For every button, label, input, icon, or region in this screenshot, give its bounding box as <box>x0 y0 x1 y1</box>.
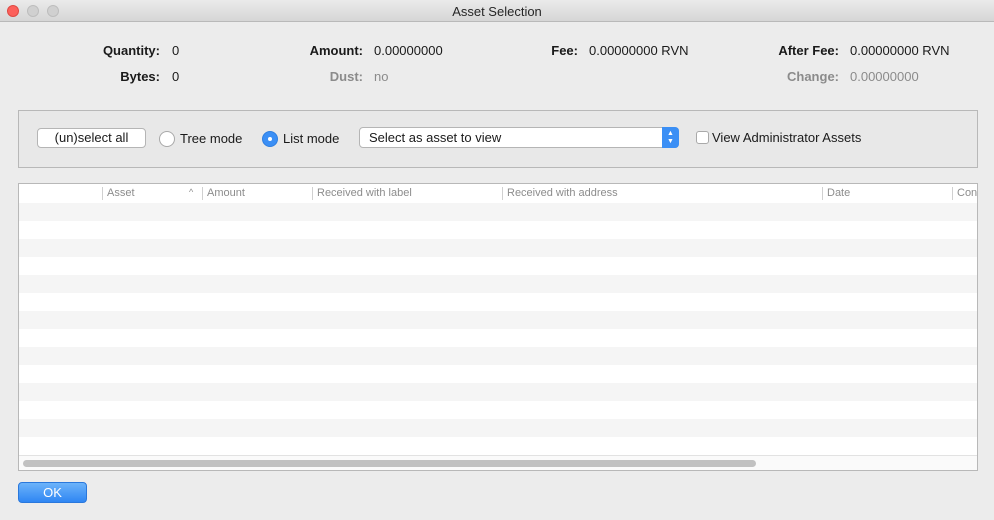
bytes-value: 0 <box>172 69 180 84</box>
empty-row <box>19 221 977 239</box>
asset-table[interactable]: Asset ^ Amount Received with label Recei… <box>18 183 978 471</box>
empty-row <box>19 293 977 311</box>
empty-row <box>19 365 977 383</box>
amount-value: 0.00000000 <box>374 43 443 58</box>
empty-row <box>19 329 977 347</box>
table-body <box>19 203 977 455</box>
asset-select-value: Select as asset to view <box>369 130 502 145</box>
scrollbar-thumb[interactable] <box>23 460 756 467</box>
column-header-amount[interactable]: Amount <box>202 187 312 200</box>
empty-row <box>19 347 977 365</box>
list-mode-label[interactable]: List mode <box>283 131 339 146</box>
view-admin-assets-checkbox[interactable] <box>696 131 709 144</box>
column-header-date[interactable]: Date <box>822 187 952 200</box>
dust-label: Dust: <box>329 69 363 84</box>
dust-value: no <box>374 69 389 84</box>
empty-row <box>19 239 977 257</box>
empty-row <box>19 203 977 221</box>
quantity-label: Quantity: <box>102 43 160 58</box>
tree-mode-radio[interactable] <box>159 131 175 147</box>
change-label: Change: <box>787 69 839 84</box>
mode-controls-panel: (un)select all Tree mode List mode Selec… <box>18 110 978 168</box>
title-bar: Asset Selection <box>0 0 994 22</box>
empty-row <box>19 419 977 437</box>
window-title: Asset Selection <box>452 4 542 19</box>
tree-mode-label[interactable]: Tree mode <box>180 131 242 146</box>
empty-row <box>19 257 977 275</box>
amount-label: Amount: <box>309 43 363 58</box>
after-fee-value: 0.00000000 RVN <box>850 43 950 58</box>
asset-select-dropdown[interactable]: Select as asset to view ▲ ▼ <box>359 127 679 148</box>
column-header-received-label[interactable]: Received with label <box>312 187 502 200</box>
after-fee-label: After Fee: <box>778 43 839 58</box>
unselect-all-button[interactable]: (un)select all <box>37 128 146 148</box>
quantity-value: 0 <box>172 43 180 58</box>
fee-label: Fee: <box>551 43 578 58</box>
fee-value: 0.00000000 RVN <box>589 43 689 58</box>
column-header-received-address[interactable]: Received with address <box>502 187 822 200</box>
empty-row <box>19 401 977 419</box>
empty-row <box>19 437 977 455</box>
column-header-asset[interactable]: Asset <box>102 187 202 200</box>
bytes-label: Bytes: <box>120 69 160 84</box>
empty-row <box>19 383 977 401</box>
list-mode-radio[interactable] <box>262 131 278 147</box>
table-header: Asset ^ Amount Received with label Recei… <box>19 184 977 203</box>
view-admin-assets-label[interactable]: View Administrator Assets <box>712 130 861 145</box>
empty-row <box>19 275 977 293</box>
horizontal-scrollbar[interactable] <box>19 455 977 470</box>
column-header-confirmations[interactable]: Con <box>952 187 977 200</box>
ok-button[interactable]: OK <box>18 482 87 503</box>
sort-ascending-icon: ^ <box>189 187 194 197</box>
empty-row <box>19 311 977 329</box>
updown-chevron-icon: ▲ ▼ <box>662 127 679 148</box>
change-value: 0.00000000 <box>850 69 919 84</box>
